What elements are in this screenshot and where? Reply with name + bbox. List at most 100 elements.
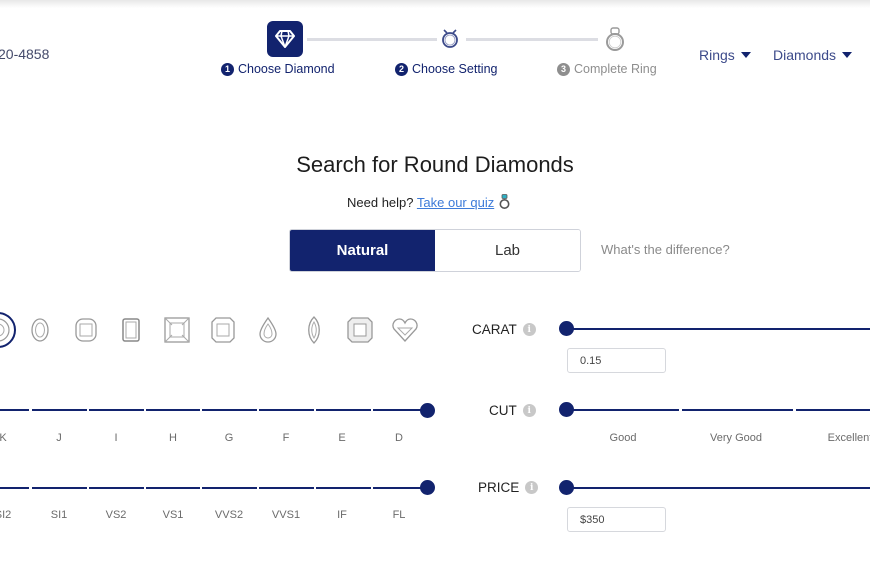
princess-shape-icon bbox=[164, 317, 190, 343]
cut-tick: Excellent bbox=[827, 432, 870, 444]
clarity-slider-segment[interactable] bbox=[259, 487, 314, 489]
cut-label: CUT i bbox=[489, 403, 536, 418]
step-label-text: Choose Setting bbox=[412, 62, 498, 76]
help-text: Need help? bbox=[347, 195, 414, 210]
step-connector bbox=[307, 38, 437, 41]
shape-asscher[interactable] bbox=[342, 312, 378, 348]
color-slider-segment[interactable] bbox=[202, 409, 257, 411]
step-3-label[interactable]: 3 Complete Ring bbox=[557, 62, 657, 76]
cut-tick: Very Good bbox=[710, 432, 762, 444]
ring-icon bbox=[499, 194, 510, 209]
clarity-tick: FL bbox=[392, 509, 406, 521]
emerald-shape-icon bbox=[122, 318, 140, 342]
clarity-slider-segment[interactable] bbox=[89, 487, 144, 489]
color-tick: G bbox=[224, 432, 234, 444]
color-tick: J bbox=[56, 432, 62, 444]
clarity-slider-segment[interactable] bbox=[32, 487, 87, 489]
clarity-tick: VVS1 bbox=[271, 509, 301, 521]
cut-label-text: CUT bbox=[489, 403, 517, 418]
shape-heart[interactable] bbox=[387, 312, 423, 348]
shape-princess[interactable] bbox=[159, 312, 195, 348]
cushion-shape-icon bbox=[75, 318, 97, 342]
carat-slider-min-handle[interactable] bbox=[559, 321, 574, 336]
quiz-link[interactable]: Take our quiz bbox=[417, 195, 494, 210]
caret-down-icon bbox=[740, 52, 751, 58]
clarity-slider-segment[interactable] bbox=[0, 487, 29, 489]
natural-button[interactable]: Natural bbox=[290, 230, 435, 271]
step-1-label[interactable]: 1 Choose Diamond bbox=[221, 62, 335, 76]
asscher-shape-icon bbox=[347, 317, 373, 343]
color-slider-segment[interactable] bbox=[32, 409, 87, 411]
clarity-slider-segment[interactable] bbox=[146, 487, 200, 489]
step-number-badge: 2 bbox=[395, 62, 408, 76]
clarity-slider-segment[interactable] bbox=[202, 487, 257, 489]
cut-slider-min-handle[interactable] bbox=[559, 402, 574, 417]
color-tick: E bbox=[338, 432, 346, 444]
price-label: PRICE i bbox=[478, 480, 539, 495]
color-tick: H bbox=[169, 432, 177, 444]
nav-diamonds-dropdown[interactable]: Diamonds bbox=[773, 47, 853, 63]
shape-cushion[interactable] bbox=[68, 312, 104, 348]
round-shape-icon bbox=[0, 318, 10, 342]
step-connector bbox=[466, 38, 598, 41]
color-tick: K bbox=[0, 432, 7, 444]
clarity-tick: VVS2 bbox=[214, 509, 244, 521]
marquise-shape-icon bbox=[308, 316, 320, 344]
cut-slider-segment[interactable] bbox=[682, 409, 793, 411]
heart-shape-icon bbox=[392, 318, 418, 342]
pear-shape-icon bbox=[259, 317, 277, 343]
carat-min-input[interactable]: 0.15 bbox=[567, 348, 666, 373]
lab-button[interactable]: Lab bbox=[435, 230, 580, 271]
clarity-slider-segment[interactable] bbox=[316, 487, 371, 489]
top-shadow bbox=[0, 0, 870, 8]
clarity-slider-max-handle[interactable] bbox=[420, 480, 435, 495]
info-icon[interactable]: i bbox=[525, 481, 539, 494]
diamond-icon bbox=[275, 30, 295, 48]
step-label-text: Complete Ring bbox=[574, 62, 657, 76]
clarity-tick: SI2 bbox=[0, 509, 12, 521]
price-slider-track[interactable] bbox=[567, 487, 870, 489]
shape-round[interactable] bbox=[0, 312, 16, 348]
color-tick: F bbox=[282, 432, 290, 444]
color-slider-segment[interactable] bbox=[89, 409, 144, 411]
color-slider-segment[interactable] bbox=[0, 409, 29, 411]
clarity-slider-segment[interactable] bbox=[373, 487, 426, 489]
shape-radiant[interactable] bbox=[205, 312, 241, 348]
step-2-label[interactable]: 2 Choose Setting bbox=[395, 62, 497, 76]
step-1-icon-button[interactable] bbox=[267, 21, 303, 57]
price-slider-min-handle[interactable] bbox=[559, 480, 574, 495]
color-slider-max-handle[interactable] bbox=[420, 403, 435, 418]
page-title-text: Search for Round Diamonds bbox=[296, 152, 574, 177]
shape-oval[interactable] bbox=[22, 312, 58, 348]
cut-slider-segment[interactable] bbox=[567, 409, 679, 411]
carat-label-text: CARAT bbox=[472, 322, 517, 337]
clarity-tick: SI1 bbox=[50, 509, 68, 521]
info-icon[interactable]: i bbox=[522, 404, 536, 417]
clarity-tick: VS2 bbox=[105, 509, 127, 521]
oval-shape-icon bbox=[31, 318, 49, 342]
shape-marquise[interactable] bbox=[296, 312, 332, 348]
page-title: Search for Round Diamonds bbox=[0, 152, 870, 178]
cut-slider-segment[interactable] bbox=[796, 409, 870, 411]
nav-rings-dropdown[interactable]: Rings bbox=[699, 47, 751, 63]
radiant-shape-icon bbox=[211, 317, 235, 343]
color-slider-segment[interactable] bbox=[316, 409, 371, 411]
step-label-text: Choose Diamond bbox=[238, 62, 335, 76]
shape-emerald[interactable] bbox=[113, 312, 149, 348]
step-number-badge: 3 bbox=[557, 62, 570, 76]
price-label-text: PRICE bbox=[478, 480, 520, 495]
color-slider-segment[interactable] bbox=[146, 409, 200, 411]
phone-number[interactable]: 20-4858 bbox=[0, 46, 49, 62]
color-slider-segment[interactable] bbox=[373, 409, 426, 411]
shape-pear[interactable] bbox=[250, 312, 286, 348]
clarity-tick: IF bbox=[337, 509, 347, 521]
difference-link[interactable]: What's the difference? bbox=[601, 242, 730, 257]
color-slider-segment[interactable] bbox=[259, 409, 314, 411]
carat-slider-track[interactable] bbox=[567, 328, 870, 330]
info-icon[interactable]: i bbox=[522, 323, 536, 336]
ring-setting-icon[interactable] bbox=[439, 27, 461, 54]
complete-ring-icon[interactable] bbox=[604, 26, 626, 57]
price-min-input[interactable]: $350 bbox=[567, 507, 666, 532]
natural-lab-toggle: Natural Lab bbox=[289, 229, 581, 272]
step-number-badge: 1 bbox=[221, 62, 234, 76]
